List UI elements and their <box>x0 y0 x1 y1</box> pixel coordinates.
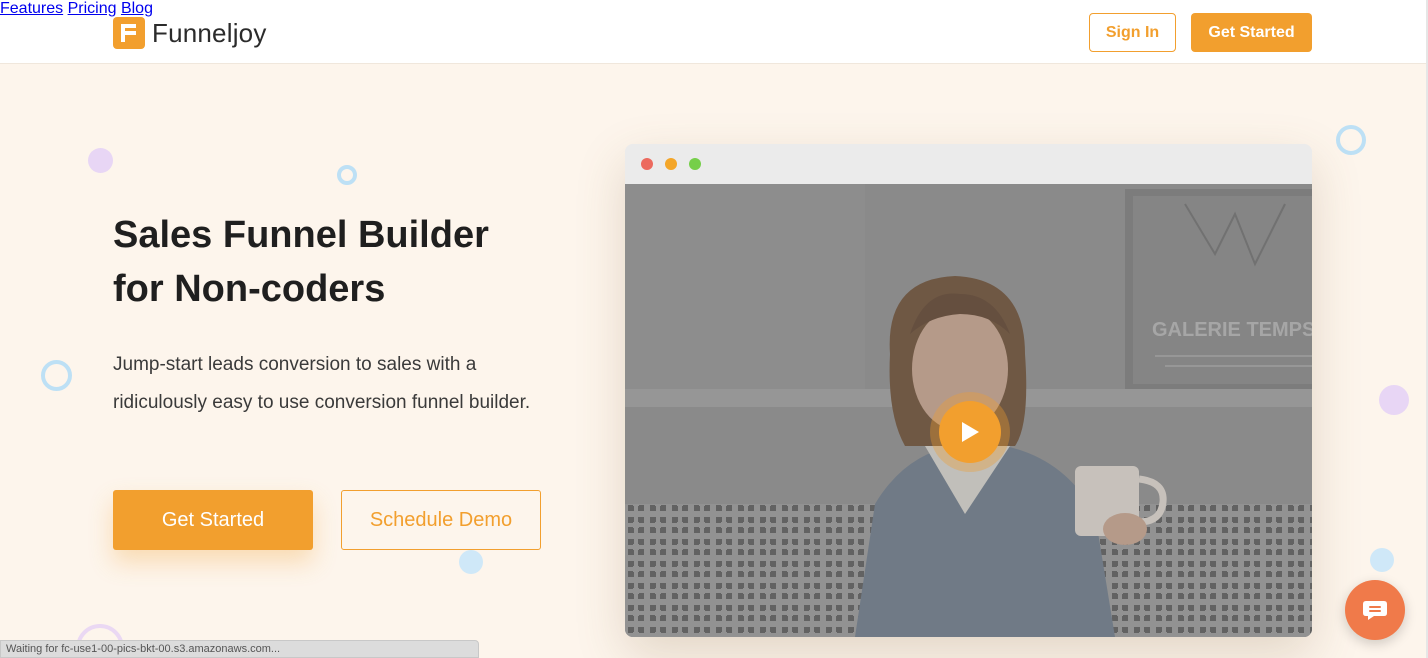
hero-title: Sales Funnel Builder for Non-coders <box>113 214 489 310</box>
browser-titlebar <box>625 144 1312 184</box>
header-get-started-button[interactable]: Get Started <box>1191 13 1312 52</box>
decor-ring <box>1336 125 1366 155</box>
nav-pricing[interactable]: Pricing <box>68 0 117 17</box>
play-icon <box>962 422 979 442</box>
maximize-dot-icon <box>689 158 701 170</box>
logo-icon <box>113 17 145 49</box>
decor-ring <box>41 360 72 391</box>
schedule-demo-button[interactable]: Schedule Demo <box>341 490 541 550</box>
nav-features[interactable]: Features <box>0 0 63 17</box>
browser-status-bar: Waiting for fc-use1-00-pics-bkt-00.s3.am… <box>0 640 479 658</box>
video-browser-mockup: GALERIE TEMPS <box>625 144 1312 637</box>
chat-widget-button[interactable] <box>1345 580 1405 640</box>
hero-get-started-button[interactable]: Get Started <box>113 490 313 550</box>
site-header: Funneljoy Features Pricing Blog Sign In … <box>0 0 1426 64</box>
nav-blog[interactable]: Blog <box>121 0 153 17</box>
brand-logo[interactable]: Funneljoy <box>113 17 267 49</box>
video-player[interactable]: GALERIE TEMPS <box>625 184 1312 637</box>
decor-dot <box>1370 548 1394 572</box>
decor-dot <box>459 550 483 574</box>
chat-icon <box>1363 601 1387 620</box>
brand-name: Funneljoy <box>152 17 267 48</box>
hero-description: Jump-start leads conversion to sales wit… <box>113 354 531 413</box>
play-button[interactable] <box>939 401 1001 463</box>
decor-ring <box>337 165 357 185</box>
sign-in-button[interactable]: Sign In <box>1089 13 1176 52</box>
minimize-dot-icon <box>665 158 677 170</box>
close-dot-icon <box>641 158 653 170</box>
decor-dot <box>1379 385 1409 415</box>
decor-dot <box>88 148 113 173</box>
